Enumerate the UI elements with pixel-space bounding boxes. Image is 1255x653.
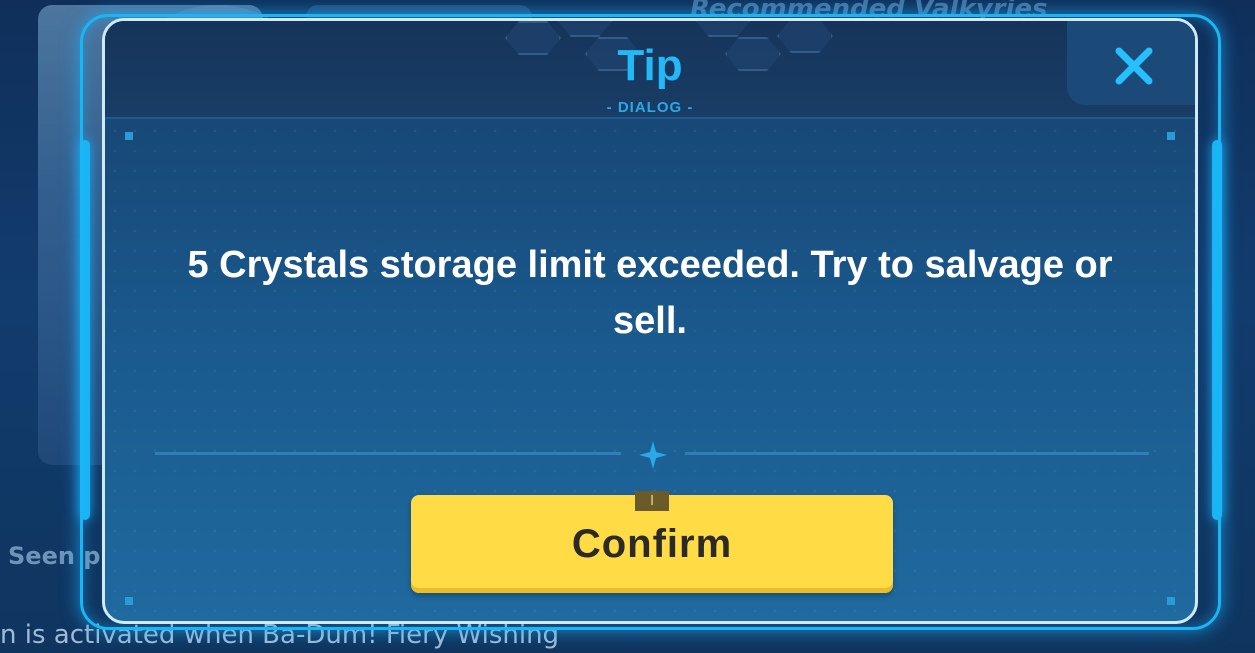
confirm-button[interactable]: I Confirm: [411, 491, 893, 593]
dialog-subtitle: - DIALOG -: [606, 99, 694, 116]
header-hex-decoration: [695, 21, 751, 37]
header-hex-decoration: [557, 21, 613, 37]
close-button[interactable]: [1113, 45, 1155, 87]
message-text: Crystals storage limit exceeded. Try to …: [208, 244, 1113, 342]
dialog-header: Tip - DIALOG -: [105, 21, 1195, 119]
divider-line: [155, 452, 621, 455]
sparkle-icon: [639, 441, 667, 469]
corner-marker: [125, 132, 133, 140]
message-count: 5: [187, 244, 209, 286]
close-icon: [1115, 47, 1153, 85]
divider-line: [685, 452, 1149, 455]
confirm-notch: I: [635, 491, 669, 511]
confirm-button-label: Confirm: [571, 521, 733, 566]
corner-marker: [1167, 132, 1175, 140]
corner-marker: [125, 597, 133, 605]
dialog-title: Tip: [617, 41, 683, 90]
tip-dialog: Tip - DIALOG - 5 Crystals storage limit …: [102, 18, 1198, 624]
corner-marker: [1167, 597, 1175, 605]
dialog-message: 5 Crystals storage limit exceeded. Try t…: [165, 237, 1135, 349]
